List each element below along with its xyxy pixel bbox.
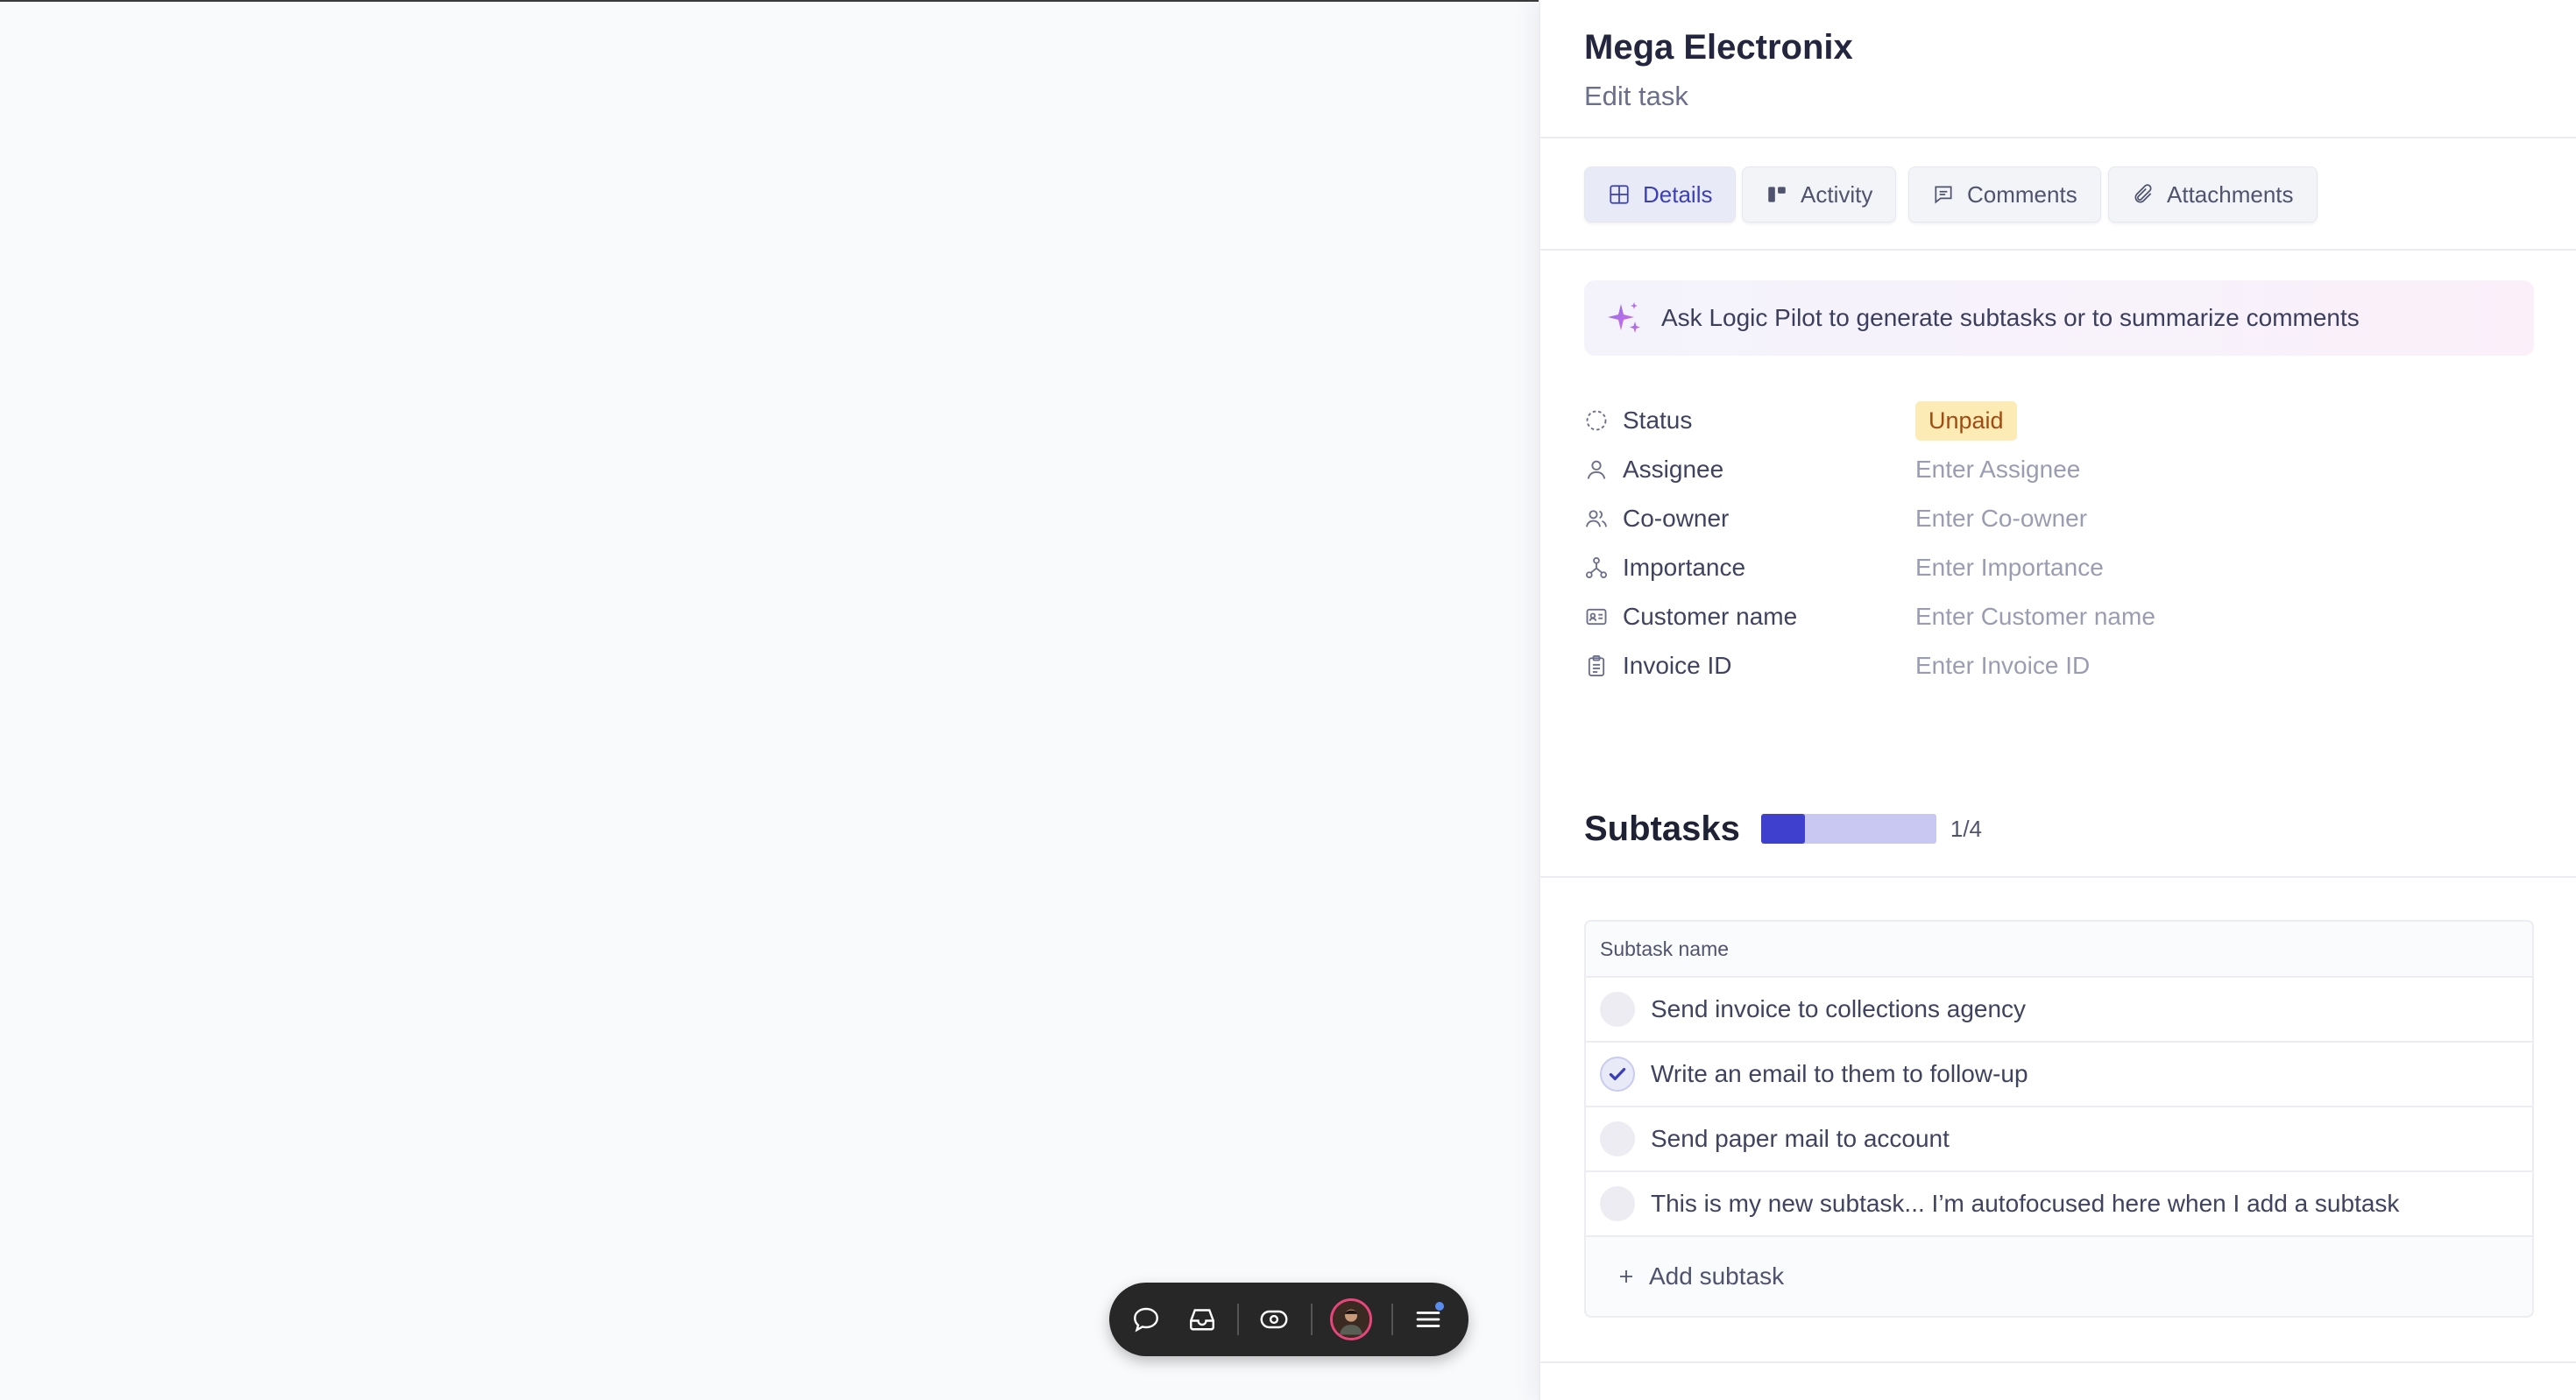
add-subtask-button[interactable]: Add subtask — [1586, 1237, 2532, 1316]
field-label: Invoice ID — [1623, 652, 1732, 679]
panel-header: Mega Electronix Edit task — [1540, 0, 2576, 138]
checkmark-icon — [1609, 1067, 1626, 1081]
users-icon — [1586, 510, 1608, 527]
status-icon — [1586, 410, 1607, 431]
field-co-owner: Co-owner Enter Co-owner — [1584, 494, 2534, 543]
subtask-row: Write an email to them to follow-up — [1586, 1043, 2532, 1107]
field-customer-name: Customer name Enter Customer name — [1584, 592, 2534, 641]
grid-icon — [1610, 185, 1629, 204]
sparkle-icon — [1608, 302, 1640, 333]
field-invoice-id: Invoice ID Enter Invoice ID — [1584, 641, 2534, 690]
activity-icon — [1768, 187, 1786, 202]
view-button[interactable] — [1255, 1300, 1293, 1339]
user-icon — [1587, 460, 1606, 479]
panel-title: Mega Electronix — [1584, 28, 1853, 67]
clipboard-icon — [1588, 654, 1605, 677]
tab-activity[interactable]: Activity — [1742, 166, 1897, 223]
avatar-image — [1333, 1301, 1369, 1338]
ai-assist-banner[interactable]: Ask Logic Pilot to generate subtasks or … — [1584, 280, 2534, 356]
subtasks-progress-bar — [1760, 814, 1936, 844]
tab-label: Comments — [1967, 180, 2077, 208]
chat-icon — [1134, 1307, 1158, 1333]
field-label: Importance — [1623, 554, 1746, 581]
toolbar-separator — [1391, 1304, 1393, 1335]
subtask-name[interactable]: Send invoice to collections agency — [1651, 995, 2026, 1023]
ai-banner-text: Ask Logic Pilot to generate subtasks or … — [1661, 304, 2360, 331]
inbox-button[interactable] — [1183, 1300, 1221, 1339]
tab-attachments[interactable]: Attachments — [2108, 166, 2318, 223]
invoice-id-input[interactable]: Enter Invoice ID — [1915, 652, 2090, 680]
tab-details[interactable]: Details — [1584, 166, 1737, 223]
notification-dot — [1435, 1302, 1444, 1311]
eye-icon — [1260, 1310, 1288, 1329]
field-assignee: Assignee Enter Assignee — [1584, 445, 2534, 494]
co-owner-input[interactable]: Enter Co-owner — [1915, 505, 2087, 533]
field-label: Assignee — [1623, 456, 1724, 483]
subtask-name[interactable]: This is my new subtask... I’m autofocuse… — [1651, 1190, 2399, 1218]
task-edit-panel: Mega Electronix Edit task Details Activi… — [1539, 0, 2576, 1400]
add-subtask-label: Add subtask — [1649, 1262, 1785, 1290]
divider — [1540, 1361, 2576, 1363]
subtask-row: This is my new subtask... I’m autofocuse… — [1586, 1172, 2532, 1237]
subtask-checkbox[interactable] — [1600, 1121, 1635, 1156]
customer-name-input[interactable]: Enter Customer name — [1915, 603, 2155, 631]
subtasks-progress-count: 1/4 — [1950, 815, 1983, 842]
tab-comments[interactable]: Comments — [1908, 166, 2101, 223]
inbox-icon — [1190, 1309, 1214, 1331]
chat-button[interactable] — [1127, 1300, 1165, 1339]
assignee-input[interactable]: Enter Assignee — [1915, 456, 2080, 484]
avatar[interactable] — [1330, 1298, 1372, 1340]
field-label: Status — [1623, 407, 1693, 434]
subtasks-header: Subtasks 1/4 — [1584, 803, 1982, 855]
status-badge[interactable]: Unpaid — [1915, 400, 2017, 441]
field-label: Customer name — [1623, 603, 1798, 630]
toolbar-separator — [1237, 1304, 1239, 1335]
subtask-table: Subtask name Send invoice to collections… — [1584, 920, 2534, 1318]
subtask-checkbox[interactable] — [1600, 1186, 1635, 1221]
subtasks-title: Subtasks — [1584, 809, 1740, 848]
panel-subtitle: Edit task — [1584, 81, 1688, 111]
subtask-name[interactable]: Send paper mail to account — [1651, 1125, 1950, 1153]
paperclip-icon — [2134, 184, 2152, 203]
subtask-row: Send paper mail to account — [1586, 1107, 2532, 1172]
id-card-icon — [1586, 608, 1607, 626]
plus-icon — [1620, 1270, 1632, 1283]
subtask-checkbox[interactable] — [1600, 992, 1635, 1027]
subtask-name[interactable]: Write an email to them to follow-up — [1651, 1060, 2028, 1088]
comment-icon — [1935, 186, 1952, 204]
divider — [1540, 876, 2576, 878]
subtask-row: Send invoice to collections agency — [1586, 978, 2532, 1043]
subtask-column-header: Subtask name — [1586, 922, 2532, 978]
network-icon — [1585, 556, 1608, 579]
field-importance: Importance Enter Importance — [1584, 543, 2534, 592]
tab-label: Attachments — [2167, 180, 2294, 208]
tab-label: Activity — [1801, 180, 1873, 208]
subtasks-progress-fill — [1760, 814, 1805, 844]
subtask-checkbox[interactable] — [1600, 1057, 1635, 1092]
toolbar-separator — [1311, 1304, 1313, 1335]
tabs-bar: Details Activity Comments Attachments — [1540, 138, 2576, 251]
floating-toolbar — [1109, 1283, 1468, 1356]
field-label: Co-owner — [1623, 505, 1730, 532]
tab-label: Details — [1643, 180, 1713, 208]
task-fields: Status Unpaid Assignee Enter Assignee Co… — [1584, 396, 2534, 690]
importance-input[interactable]: Enter Importance — [1915, 554, 2104, 582]
field-status: Status Unpaid — [1584, 396, 2534, 445]
